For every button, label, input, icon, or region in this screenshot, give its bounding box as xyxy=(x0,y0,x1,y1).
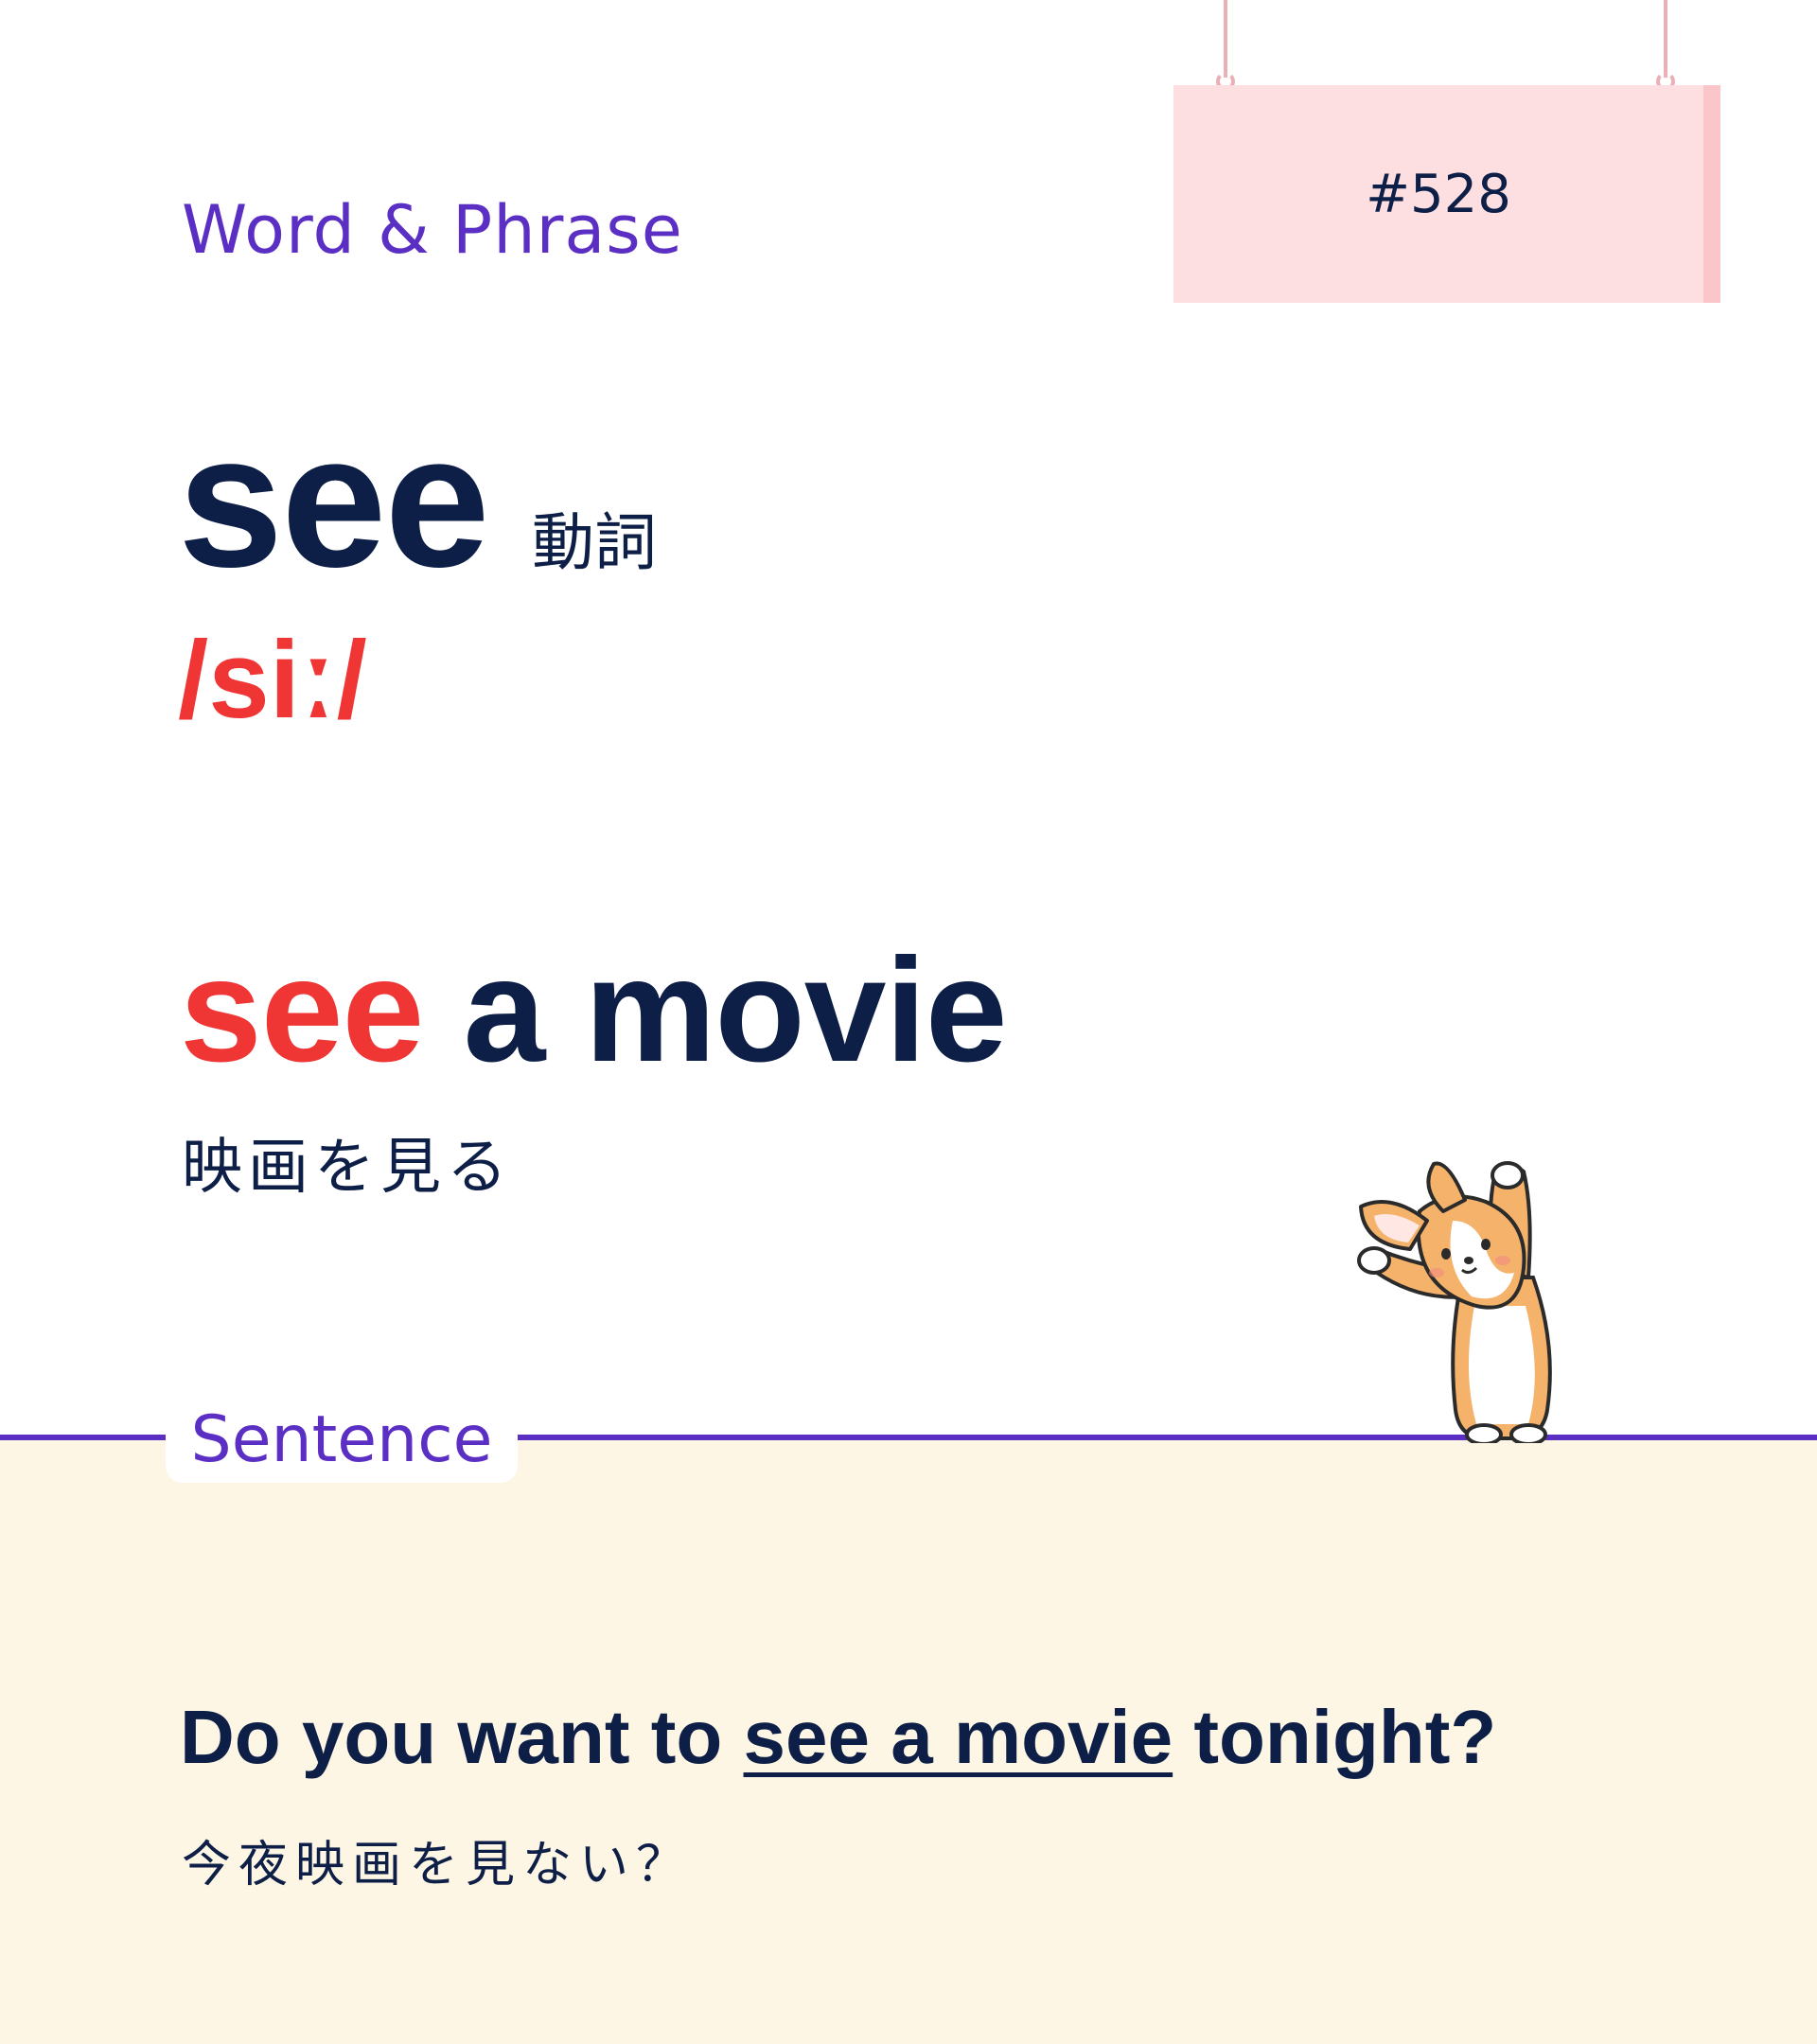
sign-string-left xyxy=(1224,0,1227,78)
corgi-stretching-icon xyxy=(1357,1161,1552,1443)
sentence-section-tab: Sentence xyxy=(166,1396,518,1483)
section-label-word-phrase: Word & Phrase xyxy=(182,191,683,269)
sentence-after: tonight? xyxy=(1173,1695,1497,1779)
phrase-rest: a movie xyxy=(423,928,1008,1093)
sentence-underlined-phrase: see a movie xyxy=(743,1695,1173,1779)
sentence-before: Do you want to xyxy=(180,1695,744,1779)
sign-string-right xyxy=(1664,0,1667,78)
phrase-highlight: see xyxy=(180,928,424,1093)
card-number-sign: #528 xyxy=(1173,85,1720,303)
example-phrase: see a movie xyxy=(180,937,1008,1084)
sentence-section-label: Sentence xyxy=(190,1401,493,1477)
example-sentence: Do you want to see a movie tonight? xyxy=(180,1694,1496,1781)
sentence-translation: 今夜映画を見ない？ xyxy=(182,1837,694,1894)
card-number: #528 xyxy=(1366,163,1511,225)
phrase-translation: 映画を見る xyxy=(182,1133,513,1203)
part-of-speech: 動詞 xyxy=(532,506,657,579)
pronunciation: /siː/ xyxy=(178,618,367,741)
headword: see xyxy=(178,396,490,607)
